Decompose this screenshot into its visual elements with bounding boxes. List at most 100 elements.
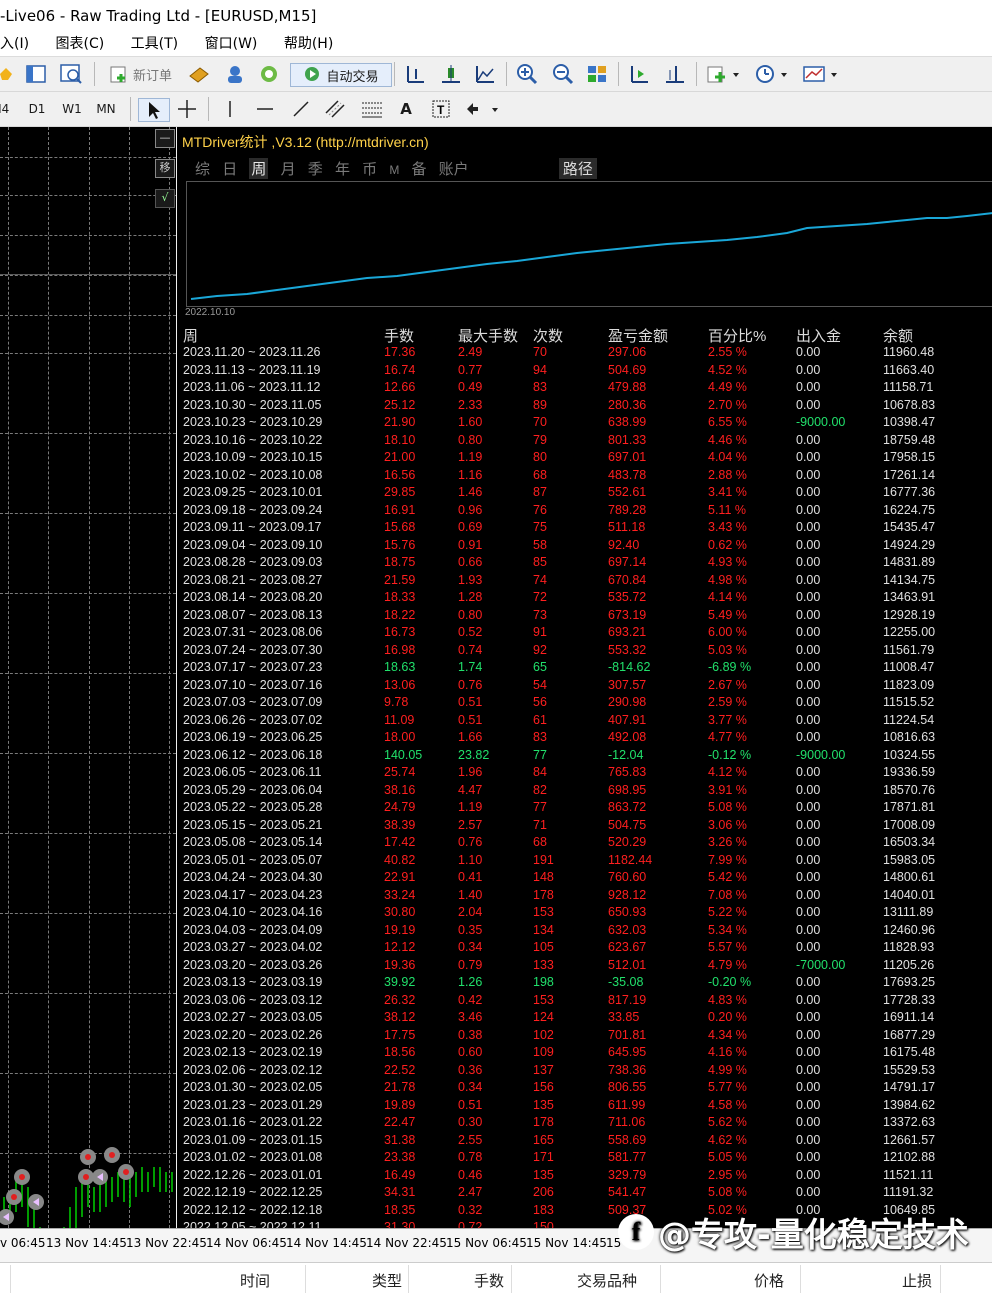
table-row: 2022.12.26 ~ 2023.01.01 16.49 0.46 135 329.7…: [177, 1167, 992, 1185]
equidistant-channel-icon[interactable]: [322, 98, 350, 120]
row-max-lots: 0.32: [458, 1202, 483, 1217]
tab-quarterly[interactable]: 季: [308, 158, 323, 179]
terminal-col-stoploss[interactable]: 止损: [902, 1270, 932, 1291]
price-chart[interactable]: — 移 √: [0, 127, 176, 1228]
crosshair-icon[interactable]: [174, 98, 200, 120]
history-center-icon[interactable]: [186, 63, 212, 85]
row-percent: 3.91 %: [708, 782, 747, 797]
chart-shift-icon[interactable]: [662, 63, 688, 85]
horizontal-line-icon[interactable]: [252, 98, 278, 120]
navigator-icon[interactable]: [58, 63, 84, 85]
row-deposit: 0.00: [796, 992, 821, 1007]
row-lots: 21.90: [384, 415, 416, 429]
fibonacci-icon[interactable]: [358, 98, 386, 120]
minimize-panel-button[interactable]: —: [155, 129, 175, 148]
row-max-lots: 0.38: [458, 1027, 483, 1042]
trendline-icon[interactable]: [288, 98, 314, 120]
timeframe-h4[interactable]: H4: [0, 98, 12, 120]
terminal-col-type[interactable]: 类型: [372, 1270, 402, 1291]
periods-dropdown[interactable]: [752, 63, 792, 85]
row-max-lots: 0.79: [458, 957, 483, 972]
row-week: 2023.02.13 ~ 2023.02.19: [183, 1045, 323, 1059]
tab-account[interactable]: 账户: [439, 158, 469, 179]
star-icon[interactable]: [0, 63, 12, 85]
market-watch-icon[interactable]: [24, 63, 48, 85]
bar-chart-icon[interactable]: [402, 63, 428, 85]
auto-trading-label: 自动交易: [326, 69, 379, 85]
row-balance: 10816.63: [883, 730, 936, 744]
terminal-col-symbol[interactable]: 交易品种: [577, 1270, 637, 1291]
indicators-dropdown[interactable]: [704, 63, 744, 85]
check-panel-button[interactable]: √: [155, 189, 175, 208]
row-percent: 5.08 %: [708, 1185, 747, 1199]
tab-notes[interactable]: 备: [411, 158, 426, 179]
row-week: 2023.07.24 ~ 2023.07.30: [183, 642, 323, 657]
row-week: 2023.11.20 ~ 2023.11.26: [183, 345, 321, 359]
row-profit: 520.29: [608, 835, 647, 849]
arrows-dropdown[interactable]: [462, 98, 502, 120]
row-deposit: 0.00: [796, 520, 821, 534]
menu-help[interactable]: 帮助(H): [284, 32, 333, 56]
row-profit: 673.19: [608, 607, 647, 622]
weekly-stats-table: 2023.11.20 ~ 2023.11.26 17.36 2.49 70 297.06…: [177, 344, 992, 1228]
row-week: 2023.07.10 ~ 2023.07.16: [183, 677, 323, 692]
row-deposit: 0.00: [796, 467, 821, 482]
tile-windows-icon[interactable]: [584, 63, 610, 85]
row-profit: 806.55: [608, 1080, 647, 1094]
row-max-lots: 1.66: [458, 730, 483, 744]
cursor-icon[interactable]: [138, 98, 170, 122]
zoom-in-icon[interactable]: [514, 63, 540, 85]
tab-summary[interactable]: 综: [195, 158, 210, 179]
row-deposit: 0.00: [796, 852, 821, 867]
tab-magic[interactable]: M: [389, 163, 399, 177]
candlestick-icon[interactable]: [438, 63, 464, 85]
terminal-col-time[interactable]: 时间: [240, 1270, 270, 1291]
tab-weekly[interactable]: 周: [249, 158, 269, 179]
vertical-line-icon[interactable]: [218, 98, 242, 120]
tab-currency[interactable]: 币: [362, 158, 377, 179]
timeframe-w1[interactable]: W1: [58, 98, 86, 120]
text-tool-icon[interactable]: A: [394, 98, 418, 120]
menu-insert[interactable]: 入(I): [0, 32, 29, 56]
templates-dropdown[interactable]: [800, 63, 842, 85]
tab-yearly[interactable]: 年: [335, 158, 350, 179]
row-max-lots: 0.41: [458, 870, 483, 884]
timeframe-d1[interactable]: D1: [24, 98, 50, 120]
row-trades: 178: [533, 1115, 554, 1129]
zoom-out-icon[interactable]: [550, 63, 576, 85]
row-profit: 611.99: [608, 1097, 646, 1112]
menu-charts[interactable]: 图表(C): [56, 32, 105, 56]
row-profit: 552.61: [608, 485, 647, 499]
row-balance: 17958.15: [883, 450, 936, 464]
time-label: 14 Nov 22:45: [366, 1236, 447, 1250]
row-profit: 693.21: [608, 625, 647, 639]
accounts-icon[interactable]: [222, 63, 248, 85]
text-label-icon[interactable]: T: [428, 98, 454, 120]
terminal-col-lots[interactable]: 手数: [474, 1270, 504, 1291]
signals-icon[interactable]: [256, 63, 282, 85]
tab-path[interactable]: 路径: [558, 158, 597, 179]
row-week: 2023.11.13 ~ 2023.11.19: [183, 362, 321, 377]
terminal-col-price[interactable]: 价格: [754, 1270, 784, 1291]
tab-daily[interactable]: 日: [222, 158, 237, 179]
row-profit: 307.57: [608, 677, 647, 692]
move-panel-button[interactable]: 移: [155, 159, 175, 178]
tab-monthly[interactable]: 月: [281, 158, 296, 179]
row-week: 2023.08.07 ~ 2023.08.13: [183, 607, 323, 622]
auto-trading-button[interactable]: 自动交易: [290, 63, 392, 87]
new-order-button[interactable]: 新订单: [102, 63, 178, 85]
col-lots: 手数: [384, 328, 415, 345]
menu-tools[interactable]: 工具(T): [131, 32, 178, 56]
row-week: 2023.09.25 ~ 2023.10.01: [183, 485, 323, 499]
row-balance: 11561.79: [883, 642, 935, 657]
row-week: 2023.04.24 ~ 2023.04.30: [183, 870, 323, 884]
row-deposit: 0.00: [796, 730, 821, 744]
row-max-lots: 0.80: [458, 432, 483, 447]
row-week: 2023.09.11 ~ 2023.09.17: [183, 520, 322, 534]
timeframe-mn[interactable]: MN: [92, 98, 120, 120]
row-deposit: 0.00: [796, 590, 821, 604]
line-chart-icon[interactable]: [472, 63, 498, 85]
menu-window[interactable]: 窗口(W): [205, 32, 258, 56]
row-profit: 738.36: [608, 1062, 647, 1077]
auto-scroll-icon[interactable]: [626, 63, 652, 85]
